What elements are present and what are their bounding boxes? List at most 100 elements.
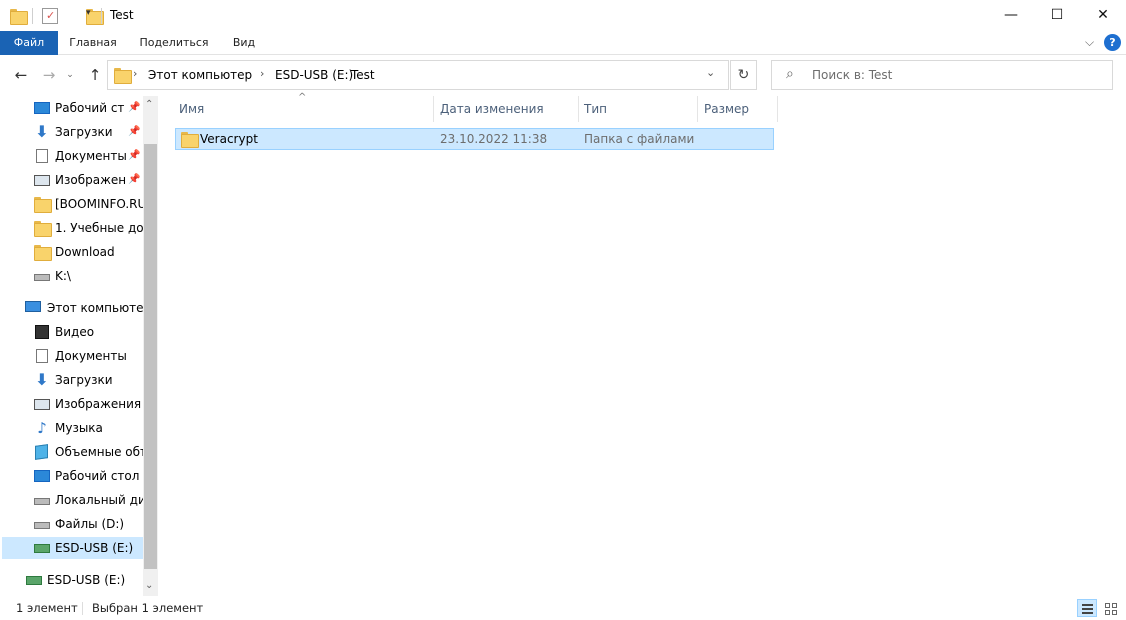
column-header-modified[interactable]: Дата изменения [440,96,544,122]
nav-item-this-pc[interactable]: Этот компьютер [0,297,143,319]
computer-icon [25,301,41,312]
documents-icon [36,149,48,163]
column-divider[interactable] [777,96,778,122]
drive-icon [34,522,50,529]
minimize-button[interactable]: — [988,0,1034,31]
column-divider[interactable] [433,96,434,122]
column-header-size[interactable]: Размер [704,96,749,122]
file-type: Папка с файлами [584,132,695,146]
column-header-type[interactable]: Тип [584,96,607,122]
video-icon [35,325,49,339]
search-box[interactable]: ⌕ Поиск в: Test [771,60,1113,90]
back-arrow-icon[interactable]: ← [12,65,30,85]
nav-item-local-disk-c[interactable]: Локальный диск (C:) [0,489,143,511]
scroll-down-icon[interactable]: ⌄ [145,580,153,591]
nav-item-pictures-pc[interactable]: Изображения [0,393,143,415]
file-row[interactable]: Veracrypt 23.10.2022 11:38 Папка с файла… [175,128,774,150]
nav-item-downloads[interactable]: ⬇ Загрузки 📌 [0,121,143,143]
close-button[interactable]: ✕ [1080,0,1126,31]
folder-icon [114,68,132,84]
column-divider[interactable] [578,96,579,122]
search-icon: ⌕ [786,66,794,82]
chevron-right-icon[interactable]: › [260,67,264,80]
selection-count: Выбран 1 элемент [92,601,204,615]
nav-item-video[interactable]: Видео [0,321,143,343]
music-icon: ♪ [37,419,47,437]
drive-icon [34,274,50,281]
nav-item-k-drive[interactable]: K:\ [0,265,143,287]
tab-file[interactable]: Файл [0,31,58,55]
scrollbar-thumb[interactable] [144,144,157,569]
search-input[interactable]: Поиск в: Test [812,68,892,82]
file-modified: 23.10.2022 11:38 [440,132,548,146]
separator [101,8,102,24]
forward-arrow-icon[interactable]: → [40,65,58,85]
chevron-down-icon[interactable]: ⌵ [1085,35,1094,50]
tab-view[interactable]: Вид [226,31,262,55]
local-disk-icon [34,498,50,505]
customize-toolbar-icon[interactable]: ▾ [86,8,91,26]
nav-item-desktop[interactable]: Рабочий стол 📌 [0,97,143,119]
status-bar: 1 элемент Выбран 1 элемент [0,596,1126,620]
breadcrumb-this-pc[interactable]: Этот компьютер [148,68,252,82]
nav-item-desktop-pc[interactable]: Рабочий стол [0,465,143,487]
pictures-icon [34,399,50,410]
nav-item-esd-usb[interactable]: ESD-USB (E:) [2,537,143,559]
pictures-icon [34,175,50,186]
maximize-button[interactable]: ☐ [1034,0,1080,31]
nav-item-study-docs[interactable]: 1. Учебные документы [0,217,143,239]
pin-icon: 📌 [128,174,141,185]
downloads-icon: ⬇ [35,370,49,389]
large-icons-view-button[interactable] [1101,599,1121,617]
tab-home[interactable]: Главная [64,31,122,55]
details-view-button[interactable] [1077,599,1097,617]
pin-icon: 📌 [128,126,141,137]
address-dropdown-icon[interactable]: ⌄ [706,66,715,79]
nav-item-pictures[interactable]: Изображения 📌 [0,169,143,191]
nav-item-esd-usb-root[interactable]: ESD-USB (E:) [0,569,143,591]
nav-item-documents-pc[interactable]: Документы [0,345,143,367]
chevron-right-icon[interactable]: › [133,67,137,80]
chevron-right-icon[interactable]: › [337,67,341,80]
item-count: 1 элемент [16,601,78,615]
documents-icon [36,349,48,363]
pin-icon: 📌 [128,150,141,161]
help-icon[interactable]: ? [1104,34,1121,51]
nav-item-download[interactable]: Download [0,241,143,263]
desktop-icon [34,102,50,114]
separator [82,602,83,615]
usb-drive-icon [34,544,50,553]
folder-icon [181,132,199,148]
navigation-pane: Рабочий стол 📌 ⬇ Загрузки 📌 Документы 📌 … [0,96,158,596]
desktop-icon [34,470,50,482]
3d-objects-icon [35,444,48,460]
file-name: Veracrypt [200,132,258,146]
address-bar[interactable]: › Этот компьютер › ESD-USB (E:) › Test [107,60,729,90]
file-list: ^ Имя Дата изменения Тип Размер Veracryp… [160,92,1126,596]
nav-item-downloads-pc[interactable]: ⬇ Загрузки [0,369,143,391]
folder-icon [34,245,52,261]
properties-icon[interactable]: ✓ [42,8,58,24]
nav-item-documents[interactable]: Документы 📌 [0,145,143,167]
breadcrumb-esd-usb[interactable]: ESD-USB (E:) [275,68,353,82]
folder-icon [10,9,28,25]
sort-ascending-icon: ^ [298,92,307,103]
nav-scrollbar[interactable]: ⌃ ⌄ [143,96,158,596]
breadcrumb-test[interactable]: Test [351,68,375,82]
nav-item-files-d[interactable]: Файлы (D:) [0,513,143,535]
column-divider[interactable] [697,96,698,122]
scroll-up-icon[interactable]: ⌃ [145,99,153,110]
nav-item-3d-objects[interactable]: Объемные объекты [0,441,143,463]
recent-locations-icon[interactable]: ⌄ [64,65,76,85]
tab-share[interactable]: Поделиться [136,31,212,55]
folder-icon [34,221,52,237]
refresh-button[interactable]: ↻ [730,60,757,90]
folder-icon [34,197,52,213]
column-header-name[interactable]: Имя [179,96,204,122]
window-title: Test [110,8,134,22]
usb-drive-icon [26,576,42,585]
nav-item-boominfo[interactable]: [BOOMINFO.RU [0,193,143,215]
ribbon-tabs: Файл Главная Поделиться Вид ⌵ ? [0,31,1126,55]
nav-item-music[interactable]: ♪ Музыка [0,417,143,439]
up-arrow-icon[interactable]: ↑ [86,65,104,85]
